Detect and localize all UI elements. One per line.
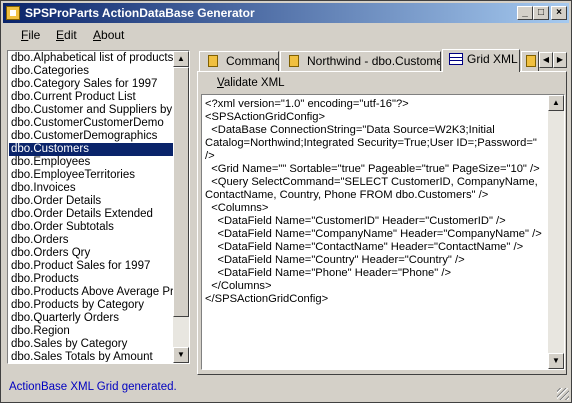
list-item[interactable]: dbo.Order Details Extended (9, 208, 174, 221)
list-item[interactable]: dbo.Products by Category (9, 299, 174, 312)
list-item[interactable]: dbo.Products (9, 273, 174, 286)
list-item[interactable]: dbo.Order Details (9, 195, 174, 208)
validate-xml-button[interactable]: Validate XML (217, 77, 285, 89)
app-icon (6, 6, 20, 20)
list-item[interactable]: dbo.Products Above Average Price (9, 286, 174, 299)
list-item[interactable]: dbo.Customers (9, 143, 174, 156)
xml-textarea[interactable]: <?xml version="1.0" encoding="utf-16"?> … (201, 94, 565, 370)
list-item[interactable]: dbo.Employees (9, 156, 174, 169)
scroll-up-button[interactable]: ▲ (548, 95, 564, 111)
app-window: SPSProParts ActionDataBase Generator _ □… (0, 0, 572, 403)
list-item[interactable]: dbo.Order Subtotals (9, 221, 174, 234)
menu-edit[interactable]: Edit (56, 28, 77, 42)
database-icon (289, 55, 299, 67)
table-list: dbo.Alphabetical list of products dbo.Cat… (9, 52, 174, 362)
list-item[interactable]: dbo.Invoices (9, 182, 174, 195)
resize-grip[interactable] (557, 388, 569, 400)
status-text: ActionBase XML Grid generated. (9, 381, 177, 393)
close-button[interactable]: × (551, 6, 567, 20)
list-item[interactable]: dbo.Orders (9, 234, 174, 247)
list-item[interactable]: dbo.Sales by Category (9, 338, 174, 351)
table-listbox[interactable]: dbo.Alphabetical list of products dbo.Cat… (7, 50, 190, 364)
tab-label: Northwind - dbo.Customers (307, 54, 441, 68)
list-item[interactable]: dbo.EmployeeTerritories (9, 169, 174, 182)
xml-scrollbar[interactable]: ▲ ▼ (548, 95, 564, 369)
scroll-thumb[interactable] (173, 67, 189, 317)
list-item[interactable]: dbo.Customer and Suppliers by City (9, 104, 174, 117)
menu-about[interactable]: About (93, 28, 124, 42)
list-item[interactable]: dbo.Categories (9, 65, 174, 78)
scroll-up-button[interactable]: ▲ (173, 51, 189, 67)
tab-overflow[interactable] (521, 51, 539, 71)
list-item[interactable]: dbo.Quarterly Orders (9, 312, 174, 325)
tab-northwind-customers[interactable]: Northwind - dbo.Customers (280, 51, 441, 71)
menu-file[interactable]: File (21, 28, 40, 42)
title-bar[interactable]: SPSProParts ActionDataBase Generator _ □… (3, 3, 569, 23)
xml-content: <?xml version="1.0" encoding="utf-16"?> … (205, 98, 542, 305)
list-item[interactable]: dbo.CustomerDemographics (9, 130, 174, 143)
database-icon (526, 55, 536, 67)
tab-scroll-right-button[interactable]: ▶ (553, 52, 567, 68)
tab-scroll-left-button[interactable]: ◀ (539, 52, 553, 68)
list-item[interactable]: dbo.Product Sales for 1997 (9, 260, 174, 273)
tab-command[interactable]: Command (199, 51, 279, 71)
tab-grid-xml[interactable]: Grid XML (442, 49, 520, 72)
list-item[interactable]: dbo.Orders Qry (9, 247, 174, 260)
list-item[interactable]: dbo.CustomerCustomerDemo (9, 117, 174, 130)
list-item[interactable]: dbo.Alphabetical list of products (9, 52, 174, 65)
list-scrollbar[interactable]: ▲ ▼ (173, 51, 189, 363)
tab-label: Grid XML (467, 52, 518, 66)
database-icon (208, 55, 218, 67)
list-item[interactable]: dbo.Sales Totals by Amount (9, 351, 174, 362)
menu-bar: File Edit About (3, 25, 569, 45)
list-item[interactable]: dbo.Region (9, 325, 174, 338)
grid-icon (449, 53, 463, 65)
minimize-button[interactable]: _ (517, 6, 533, 20)
window-title: SPSProParts ActionDataBase Generator (25, 6, 255, 20)
list-item[interactable]: dbo.Current Product List (9, 91, 174, 104)
scroll-down-button[interactable]: ▼ (173, 347, 189, 363)
tab-label: Command (226, 54, 279, 68)
scroll-down-button[interactable]: ▼ (548, 353, 564, 369)
list-item[interactable]: dbo.Category Sales for 1997 (9, 78, 174, 91)
maximize-button[interactable]: □ (533, 6, 549, 20)
